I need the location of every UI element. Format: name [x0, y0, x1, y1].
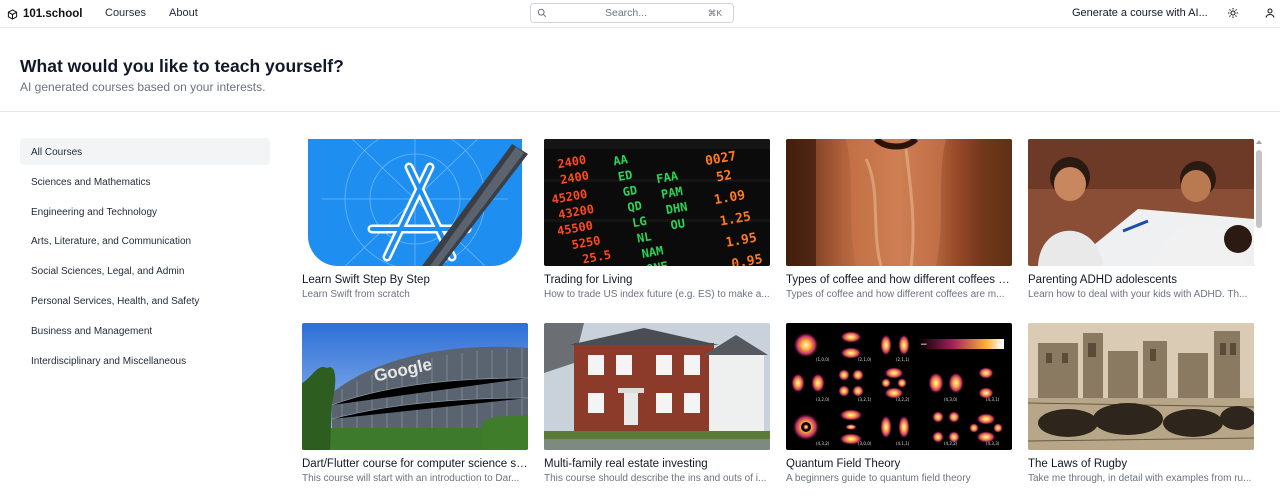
house-photo — [544, 323, 770, 450]
course-subtitle: This course will start with an introduct… — [302, 473, 520, 484]
orbital-label: (4,3,0) — [944, 397, 958, 402]
course-subtitle: A beginners guide to quantum field theor… — [786, 473, 971, 484]
nav-about-link[interactable]: About — [169, 7, 198, 19]
sidebar-item-personal-services[interactable]: Personal Services, Health, and Safety — [20, 287, 270, 314]
page-header: What would you like to teach yourself? A… — [0, 28, 1280, 112]
course-subtitle: Learn how to deal with your kids with AD… — [1028, 289, 1248, 300]
orbital-label: (4,3,1) — [986, 397, 1000, 402]
painting-image — [786, 139, 1012, 266]
logo-text: 101.school — [23, 8, 83, 20]
xcode-icon — [302, 139, 528, 266]
svg-text:GD: GD — [622, 183, 639, 199]
svg-text:+: + — [994, 340, 1002, 351]
search-box[interactable]: ⌘K — [530, 3, 734, 23]
course-card[interactable]: Multi-family real estate investing This … — [544, 323, 770, 484]
course-thumbnail: 2400 2400 45200 43200 45500 5250 25.5 52… — [544, 139, 770, 266]
course-thumbnail: Google — [302, 323, 528, 450]
course-subtitle: Take me through, in detail with examples… — [1028, 473, 1252, 484]
course-thumbnail — [1028, 139, 1254, 266]
course-title: Multi-family real estate investing — [544, 458, 708, 470]
orbital-label: (4,3,3) — [986, 441, 1000, 446]
cube-icon — [7, 8, 18, 20]
page-title: What would you like to teach yourself? — [20, 56, 344, 76]
course-card[interactable]: 2400 2400 45200 43200 45500 5250 25.5 52… — [544, 139, 770, 300]
search-input[interactable] — [551, 6, 701, 20]
sidebar-item-business[interactable]: Business and Management — [20, 317, 270, 344]
logo-link[interactable]: 101.school — [7, 6, 82, 22]
course-card[interactable]: The Laws of Rugby Take me through, in de… — [1028, 323, 1254, 484]
generate-course-button[interactable]: Generate a course with AI... — [1072, 7, 1208, 19]
top-nav: 101.school Courses About ⌘K Generate a c… — [0, 0, 1280, 28]
sidebar-item-engineering[interactable]: Engineering and Technology — [20, 198, 270, 225]
scrollbar[interactable] — [1254, 138, 1264, 500]
svg-text:NL: NL — [636, 229, 653, 245]
orbital-label: (4,1,1) — [896, 441, 910, 446]
orbital-label: (4,2,2) — [944, 441, 958, 446]
sun-icon[interactable] — [1227, 7, 1239, 19]
svg-text:QD: QD — [626, 198, 643, 214]
orbital-label: (3,2,1) — [858, 397, 872, 402]
course-title: Types of coffee and how different coffee… — [786, 274, 1012, 286]
course-thumbnail — [302, 139, 528, 266]
course-title: Parenting ADHD adolescents — [1028, 274, 1177, 286]
stock-ticker-image: 2400 2400 45200 43200 45500 5250 25.5 52… — [544, 139, 770, 266]
course-card[interactable]: Google Dart/Flutter course for computer … — [302, 323, 528, 484]
orbital-label: (1,0,0) — [816, 357, 830, 362]
course-title: Trading for Living — [544, 274, 633, 286]
course-subtitle: Types of coffee and how different coffee… — [786, 289, 1005, 300]
orbital-label: (4,3,2) — [816, 441, 830, 446]
svg-text:52: 52 — [715, 168, 733, 185]
course-thumbnail: − + (1,0,0) (2,1,0) (2,1,1) (3,2,0) (3,2… — [786, 323, 1012, 450]
sidebar-item-sciences[interactable]: Sciences and Mathematics — [20, 168, 270, 195]
course-title: Dart/Flutter course for computer science… — [302, 458, 528, 470]
orbitals-image: − + (1,0,0) (2,1,0) (2,1,1) (3,2,0) (3,2… — [786, 323, 1012, 450]
orbital-label: (3,2,0) — [816, 397, 830, 402]
course-title: Learn Swift Step By Step — [302, 274, 430, 286]
svg-text:ED: ED — [617, 168, 634, 184]
course-title: The Laws of Rugby — [1028, 458, 1128, 470]
course-title: Quantum Field Theory — [786, 458, 901, 470]
search-shortcut: ⌘K — [707, 8, 722, 18]
sidebar-item-social-sciences[interactable]: Social Sciences, Legal, and Admin — [20, 257, 270, 284]
course-subtitle: Learn Swift from scratch — [302, 289, 410, 300]
user-icon[interactable] — [1264, 7, 1276, 19]
search-icon — [537, 8, 547, 18]
course-card[interactable]: Parenting ADHD adolescents Learn how to … — [1028, 139, 1254, 300]
orbital-label: (2,1,0) — [858, 357, 872, 362]
orbital-label: (3,2,2) — [896, 397, 910, 402]
engraving-image — [1028, 323, 1254, 450]
scroll-thumb[interactable] — [1256, 150, 1262, 228]
category-sidebar: All Courses Sciences and Mathematics Eng… — [20, 138, 270, 376]
page-subtitle: AI generated courses based on your inter… — [20, 80, 266, 94]
course-subtitle: How to trade US index future (e.g. ES) t… — [544, 289, 770, 300]
scroll-up-arrow[interactable] — [1256, 140, 1262, 144]
orbital-label: (2,1,1) — [896, 357, 910, 362]
sidebar-item-interdisciplinary[interactable]: Interdisciplinary and Miscellaneous — [20, 347, 270, 374]
sidebar-item-arts[interactable]: Arts, Literature, and Communication — [20, 227, 270, 254]
course-thumbnail — [786, 139, 1012, 266]
course-subtitle: This course should describe the ins and … — [544, 473, 767, 484]
google-building-photo: Google — [302, 323, 528, 450]
course-card[interactable]: − + (1,0,0) (2,1,0) (2,1,1) (3,2,0) (3,2… — [786, 323, 1012, 484]
svg-text:OU: OU — [669, 216, 686, 232]
course-card[interactable]: Learn Swift Step By Step Learn Swift fro… — [302, 139, 528, 300]
course-thumbnail — [544, 323, 770, 450]
children-photo — [1028, 139, 1254, 266]
course-thumbnail — [1028, 323, 1254, 450]
course-card[interactable]: Types of coffee and how different coffee… — [786, 139, 1012, 300]
sidebar-item-all-courses[interactable]: All Courses — [20, 138, 270, 165]
nav-courses-link[interactable]: Courses — [105, 7, 146, 19]
svg-text:LG: LG — [631, 214, 648, 230]
svg-text:−: − — [920, 340, 928, 350]
orbital-label: (3,0,0) — [858, 441, 872, 446]
